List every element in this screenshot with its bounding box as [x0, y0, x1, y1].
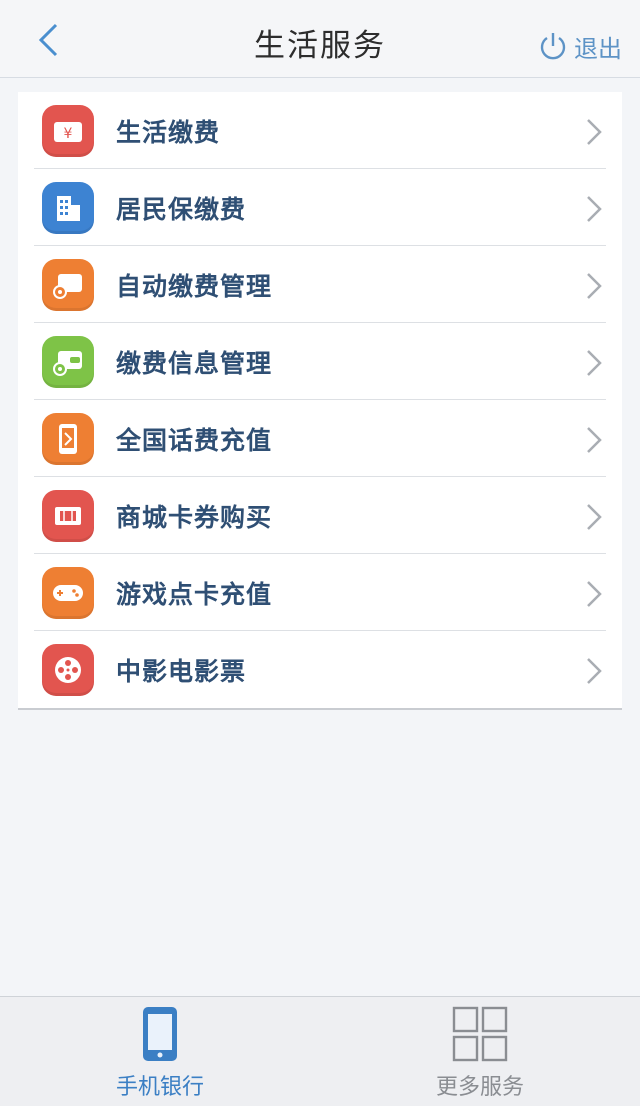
menu-item-label: 商城卡券购买 [116, 502, 273, 532]
tab-more-services[interactable]: 更多服务 [320, 997, 640, 1106]
logout-label: 退出 [574, 34, 622, 63]
menu-item-label: 全国话费充值 [116, 425, 273, 455]
menu-item-label: 缴费信息管理 [116, 348, 273, 378]
chevron-right-icon [587, 581, 602, 607]
menu-item-auto-payment[interactable]: 自动缴费管理 [34, 246, 606, 323]
menu-item-phone-recharge[interactable]: 全国话费充值 [34, 400, 606, 477]
menu-item-game-card[interactable]: 游戏点卡充值 [34, 554, 606, 631]
wallet-gear-icon [42, 258, 94, 311]
chevron-right-icon [587, 427, 602, 453]
menu-item-label: 生活缴费 [116, 117, 221, 147]
film-reel-icon [42, 643, 94, 696]
grid-icon [452, 1006, 508, 1062]
mobile-phone-icon [143, 1007, 177, 1061]
chevron-right-icon [587, 658, 602, 684]
top-nav-bar: 生活服务 退出 [0, 0, 640, 78]
menu-item-label: 自动缴费管理 [116, 271, 273, 301]
menu-item-movie-ticket[interactable]: 中影电影票 [34, 631, 606, 708]
logout-button[interactable]: 退出 [538, 28, 622, 64]
power-icon [540, 33, 566, 60]
chevron-right-icon [587, 504, 602, 530]
building-icon [42, 181, 94, 234]
menu-item-payment-info[interactable]: 缴费信息管理 [34, 323, 606, 400]
menu-item-resident-insurance[interactable]: 居民保缴费 [34, 169, 606, 246]
menu-item-mall-voucher[interactable]: 商城卡券购买 [34, 477, 606, 554]
tab-label: 手机银行 [115, 1075, 204, 1100]
menu-item-utility-payment[interactable]: ¥ 生活缴费 [34, 92, 606, 169]
wallet-info-icon [42, 335, 94, 388]
bottom-tab-bar: 手机银行 更多服务 [0, 996, 640, 1106]
tab-mobile-banking[interactable]: 手机银行 [0, 997, 320, 1106]
chevron-right-icon [587, 350, 602, 376]
service-menu-list: ¥ 生活缴费 居民保缴费 自动缴费管理 缴费信息管理 全国话费充值 商城卡券购买… [18, 92, 622, 710]
chevron-right-icon [587, 196, 602, 222]
chevron-right-icon [587, 273, 602, 299]
gamepad-icon [42, 566, 94, 619]
chevron-right-icon [587, 119, 602, 145]
menu-item-label: 游戏点卡充值 [116, 579, 273, 609]
tab-label: 更多服务 [435, 1075, 524, 1100]
menu-item-label: 中影电影票 [116, 656, 247, 686]
ticket-icon [42, 489, 94, 542]
menu-item-label: 居民保缴费 [116, 194, 247, 224]
phone-recharge-icon [42, 412, 94, 465]
wallet-yen-icon: ¥ [42, 104, 94, 157]
svg-text:¥: ¥ [64, 126, 73, 142]
